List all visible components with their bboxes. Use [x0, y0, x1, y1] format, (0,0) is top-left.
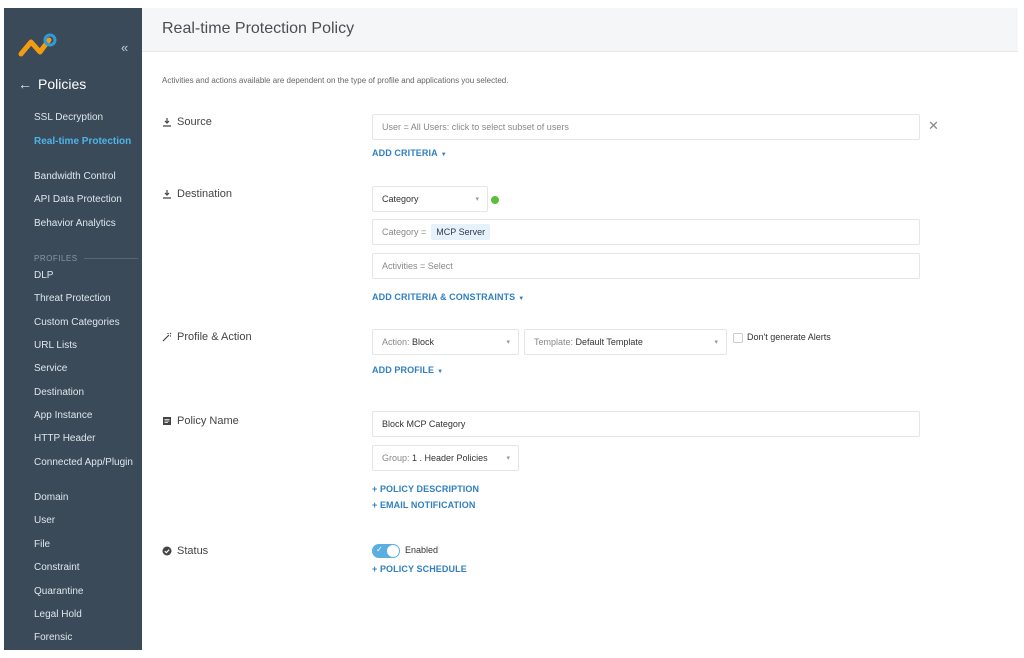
sidebar-item-service[interactable]: Service — [34, 363, 138, 375]
source-add-criteria-label: ADD CRITERIA — [372, 148, 438, 158]
sidebar-item-forensic[interactable]: Forensic — [34, 632, 138, 644]
sidebar-item-http-header[interactable]: HTTP Header — [34, 433, 138, 445]
policy-name-input[interactable]: Block MCP Category — [372, 411, 920, 437]
action-prefix: Action: — [382, 337, 410, 347]
profile-action-label: Profile & Action — [177, 331, 252, 343]
chevron-down-icon: ▾ — [506, 455, 510, 462]
destination-add-criteria-label: ADD CRITERIA & CONSTRAINTS — [372, 292, 516, 302]
sidebar-item-url-lists[interactable]: URL Lists — [34, 340, 138, 352]
download-icon — [163, 190, 171, 199]
document-icon — [163, 417, 171, 425]
sidebar-item-bandwidth-control[interactable]: Bandwidth Control — [34, 171, 138, 183]
caret-down-icon: ▼ — [440, 152, 447, 158]
chevron-down-icon: ▾ — [714, 339, 718, 346]
check-circle-icon — [162, 546, 172, 556]
remove-source-close-icon[interactable]: ✕ — [928, 118, 939, 134]
template-prefix: Template: — [534, 337, 574, 347]
sidebar-item-custom-categories[interactable]: Custom Categories — [34, 317, 138, 329]
sidebar-item-constraint[interactable]: Constraint — [34, 562, 138, 574]
add-profile-link[interactable]: ADD PROFILE ▼ — [372, 365, 443, 375]
back-label: Policies — [38, 76, 87, 92]
policy-name-value: Block MCP Category — [382, 419, 466, 429]
info-text: Activities and actions available are dep… — [162, 76, 509, 85]
destination-label: Destination — [177, 188, 233, 200]
sidebar-item-domain[interactable]: Domain — [34, 492, 138, 504]
status-dot-icon — [491, 196, 499, 204]
policy-schedule-link[interactable]: + POLICY SCHEDULE — [372, 564, 467, 574]
add-profile-label: ADD PROFILE — [372, 365, 435, 375]
profiles-section-header: PROFILES — [34, 254, 138, 263]
profile-action-section-label: Profile & Action — [162, 331, 252, 343]
category-prefix: Category = — [382, 227, 427, 237]
status-label: Status — [177, 545, 209, 557]
sidebar-item-dlp[interactable]: DLP — [34, 270, 138, 282]
email-notification-link[interactable]: + EMAIL NOTIFICATION — [372, 500, 475, 510]
sidebar-item-real-time-protection[interactable]: Real-time Protection — [34, 136, 138, 148]
status-toggle[interactable]: ✓ — [372, 544, 400, 558]
sidebar-item-ssl-decryption[interactable]: SSL Decryption — [34, 112, 138, 124]
sidebar-item-threat-protection[interactable]: Threat Protection — [34, 293, 138, 305]
destination-category-field[interactable]: Category = MCP Server — [372, 219, 920, 245]
section-divider — [83, 258, 138, 259]
sidebar-item-connected-app-plugin[interactable]: Connected App/Plugin — [34, 457, 138, 469]
destination-type-select[interactable]: Category ▾ — [372, 186, 488, 212]
sidebar-item-legal-hold[interactable]: Legal Hold — [34, 609, 138, 621]
template-value: Default Template — [575, 337, 643, 347]
no-alerts-label: Don't generate Alerts — [747, 332, 831, 342]
sidebar-item-behavior-analytics[interactable]: Behavior Analytics — [34, 218, 138, 230]
sidebar-item-api-data-protection[interactable]: API Data Protection — [34, 194, 138, 206]
caret-down-icon: ▼ — [437, 369, 444, 375]
caret-down-icon: ▼ — [518, 296, 525, 302]
wand-icon — [162, 332, 172, 342]
sidebar-item-quarantine[interactable]: Quarantine — [34, 586, 138, 598]
action-value: Block — [412, 337, 435, 347]
destination-activities-field[interactable]: Activities = Select — [372, 253, 920, 279]
check-icon: ✓ — [376, 545, 383, 554]
destination-section-label: Destination — [162, 188, 232, 200]
chevron-down-icon: ▾ — [506, 339, 510, 346]
source-add-criteria-link[interactable]: ADD CRITERIA ▼ — [372, 148, 447, 158]
collapse-sidebar-icon[interactable]: « — [121, 40, 128, 55]
policy-name-label: Policy Name — [177, 415, 239, 427]
source-user-field[interactable]: User = All Users: click to select subset… — [372, 114, 920, 140]
sidebar: « ← Policies SSL Decryption Real-time Pr… — [4, 8, 142, 650]
profiles-header-label: PROFILES — [34, 254, 78, 263]
no-alerts-checkbox[interactable] — [733, 333, 743, 343]
template-select[interactable]: Template: Default Template ▾ — [524, 329, 727, 355]
sidebar-item-user[interactable]: User — [34, 515, 138, 527]
sidebar-item-file[interactable]: File — [34, 539, 138, 551]
page-header: Real-time Protection Policy — [142, 8, 1018, 52]
destination-type-value: Category — [382, 194, 419, 204]
source-section-label: Source — [162, 116, 212, 128]
netskope-logo-icon[interactable] — [18, 32, 58, 60]
source-label: Source — [177, 116, 212, 128]
download-icon — [163, 118, 171, 127]
source-user-text: User = All Users: click to select subset… — [382, 122, 569, 132]
status-section-label: Status — [162, 545, 208, 557]
status-toggle-label: Enabled — [405, 545, 439, 555]
sidebar-item-app-instance[interactable]: App Instance — [34, 410, 138, 422]
activities-text: Activities = Select — [382, 261, 453, 271]
category-chip[interactable]: MCP Server — [431, 224, 491, 240]
policy-name-section-label: Policy Name — [162, 415, 239, 427]
toggle-knob — [387, 545, 399, 557]
group-select[interactable]: Group: 1 . Header Policies ▾ — [372, 445, 519, 471]
action-select[interactable]: Action: Block ▾ — [372, 329, 519, 355]
destination-add-criteria-link[interactable]: ADD CRITERIA & CONSTRAINTS ▼ — [372, 292, 524, 302]
policy-description-link[interactable]: + POLICY DESCRIPTION — [372, 484, 479, 494]
arrow-left-icon: ← — [18, 76, 32, 92]
page-title: Real-time Protection Policy — [162, 20, 355, 37]
back-to-policies[interactable]: ← Policies — [18, 76, 86, 92]
group-value: 1 . Header Policies — [412, 453, 488, 463]
group-prefix: Group: — [382, 453, 410, 463]
chevron-down-icon: ▾ — [475, 196, 479, 203]
sidebar-item-destination[interactable]: Destination — [34, 387, 138, 399]
